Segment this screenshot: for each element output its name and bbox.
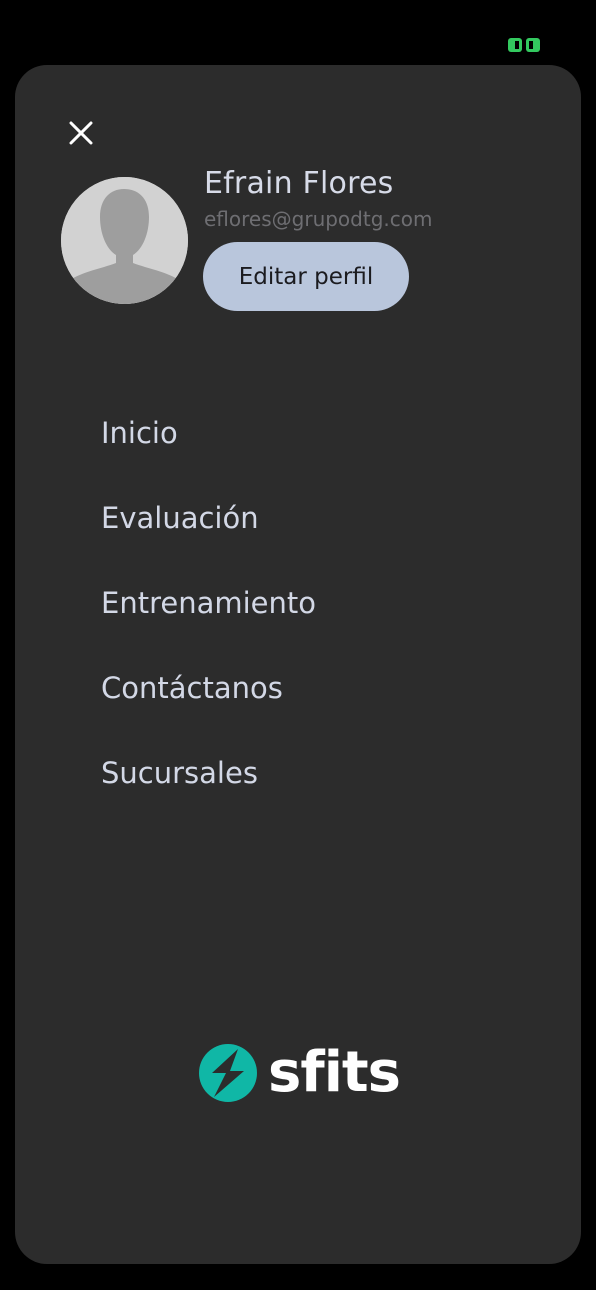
menu-item-contactanos[interactable]: Contáctanos xyxy=(101,645,316,730)
close-icon xyxy=(69,121,93,145)
menu-item-sucursales[interactable]: Sucursales xyxy=(101,730,316,815)
menu-item-entrenamiento[interactable]: Entrenamiento xyxy=(101,560,316,645)
brand-logo: sfits xyxy=(198,1040,401,1105)
close-button[interactable] xyxy=(64,116,98,150)
menu-item-evaluacion[interactable]: Evaluación xyxy=(101,475,316,560)
user-email: eflores@grupodtg.com xyxy=(204,207,433,231)
app-screen: Efrain Flores eflores@grupodtg.com Edita… xyxy=(0,0,596,1290)
menu-item-inicio[interactable]: Inicio xyxy=(101,390,316,475)
edit-profile-button[interactable]: Editar perfil xyxy=(203,242,409,311)
navigation-drawer: Efrain Flores eflores@grupodtg.com Edita… xyxy=(15,65,581,1264)
sfits-logo-icon xyxy=(199,1044,257,1102)
status-indicator-icon xyxy=(508,38,540,52)
user-silhouette-icon xyxy=(61,177,188,304)
navigation-menu: Inicio Evaluación Entrenamiento Contácta… xyxy=(101,390,316,815)
brand-name: sfits xyxy=(268,1040,401,1105)
avatar xyxy=(61,177,188,304)
user-name: Efrain Flores xyxy=(204,166,394,201)
